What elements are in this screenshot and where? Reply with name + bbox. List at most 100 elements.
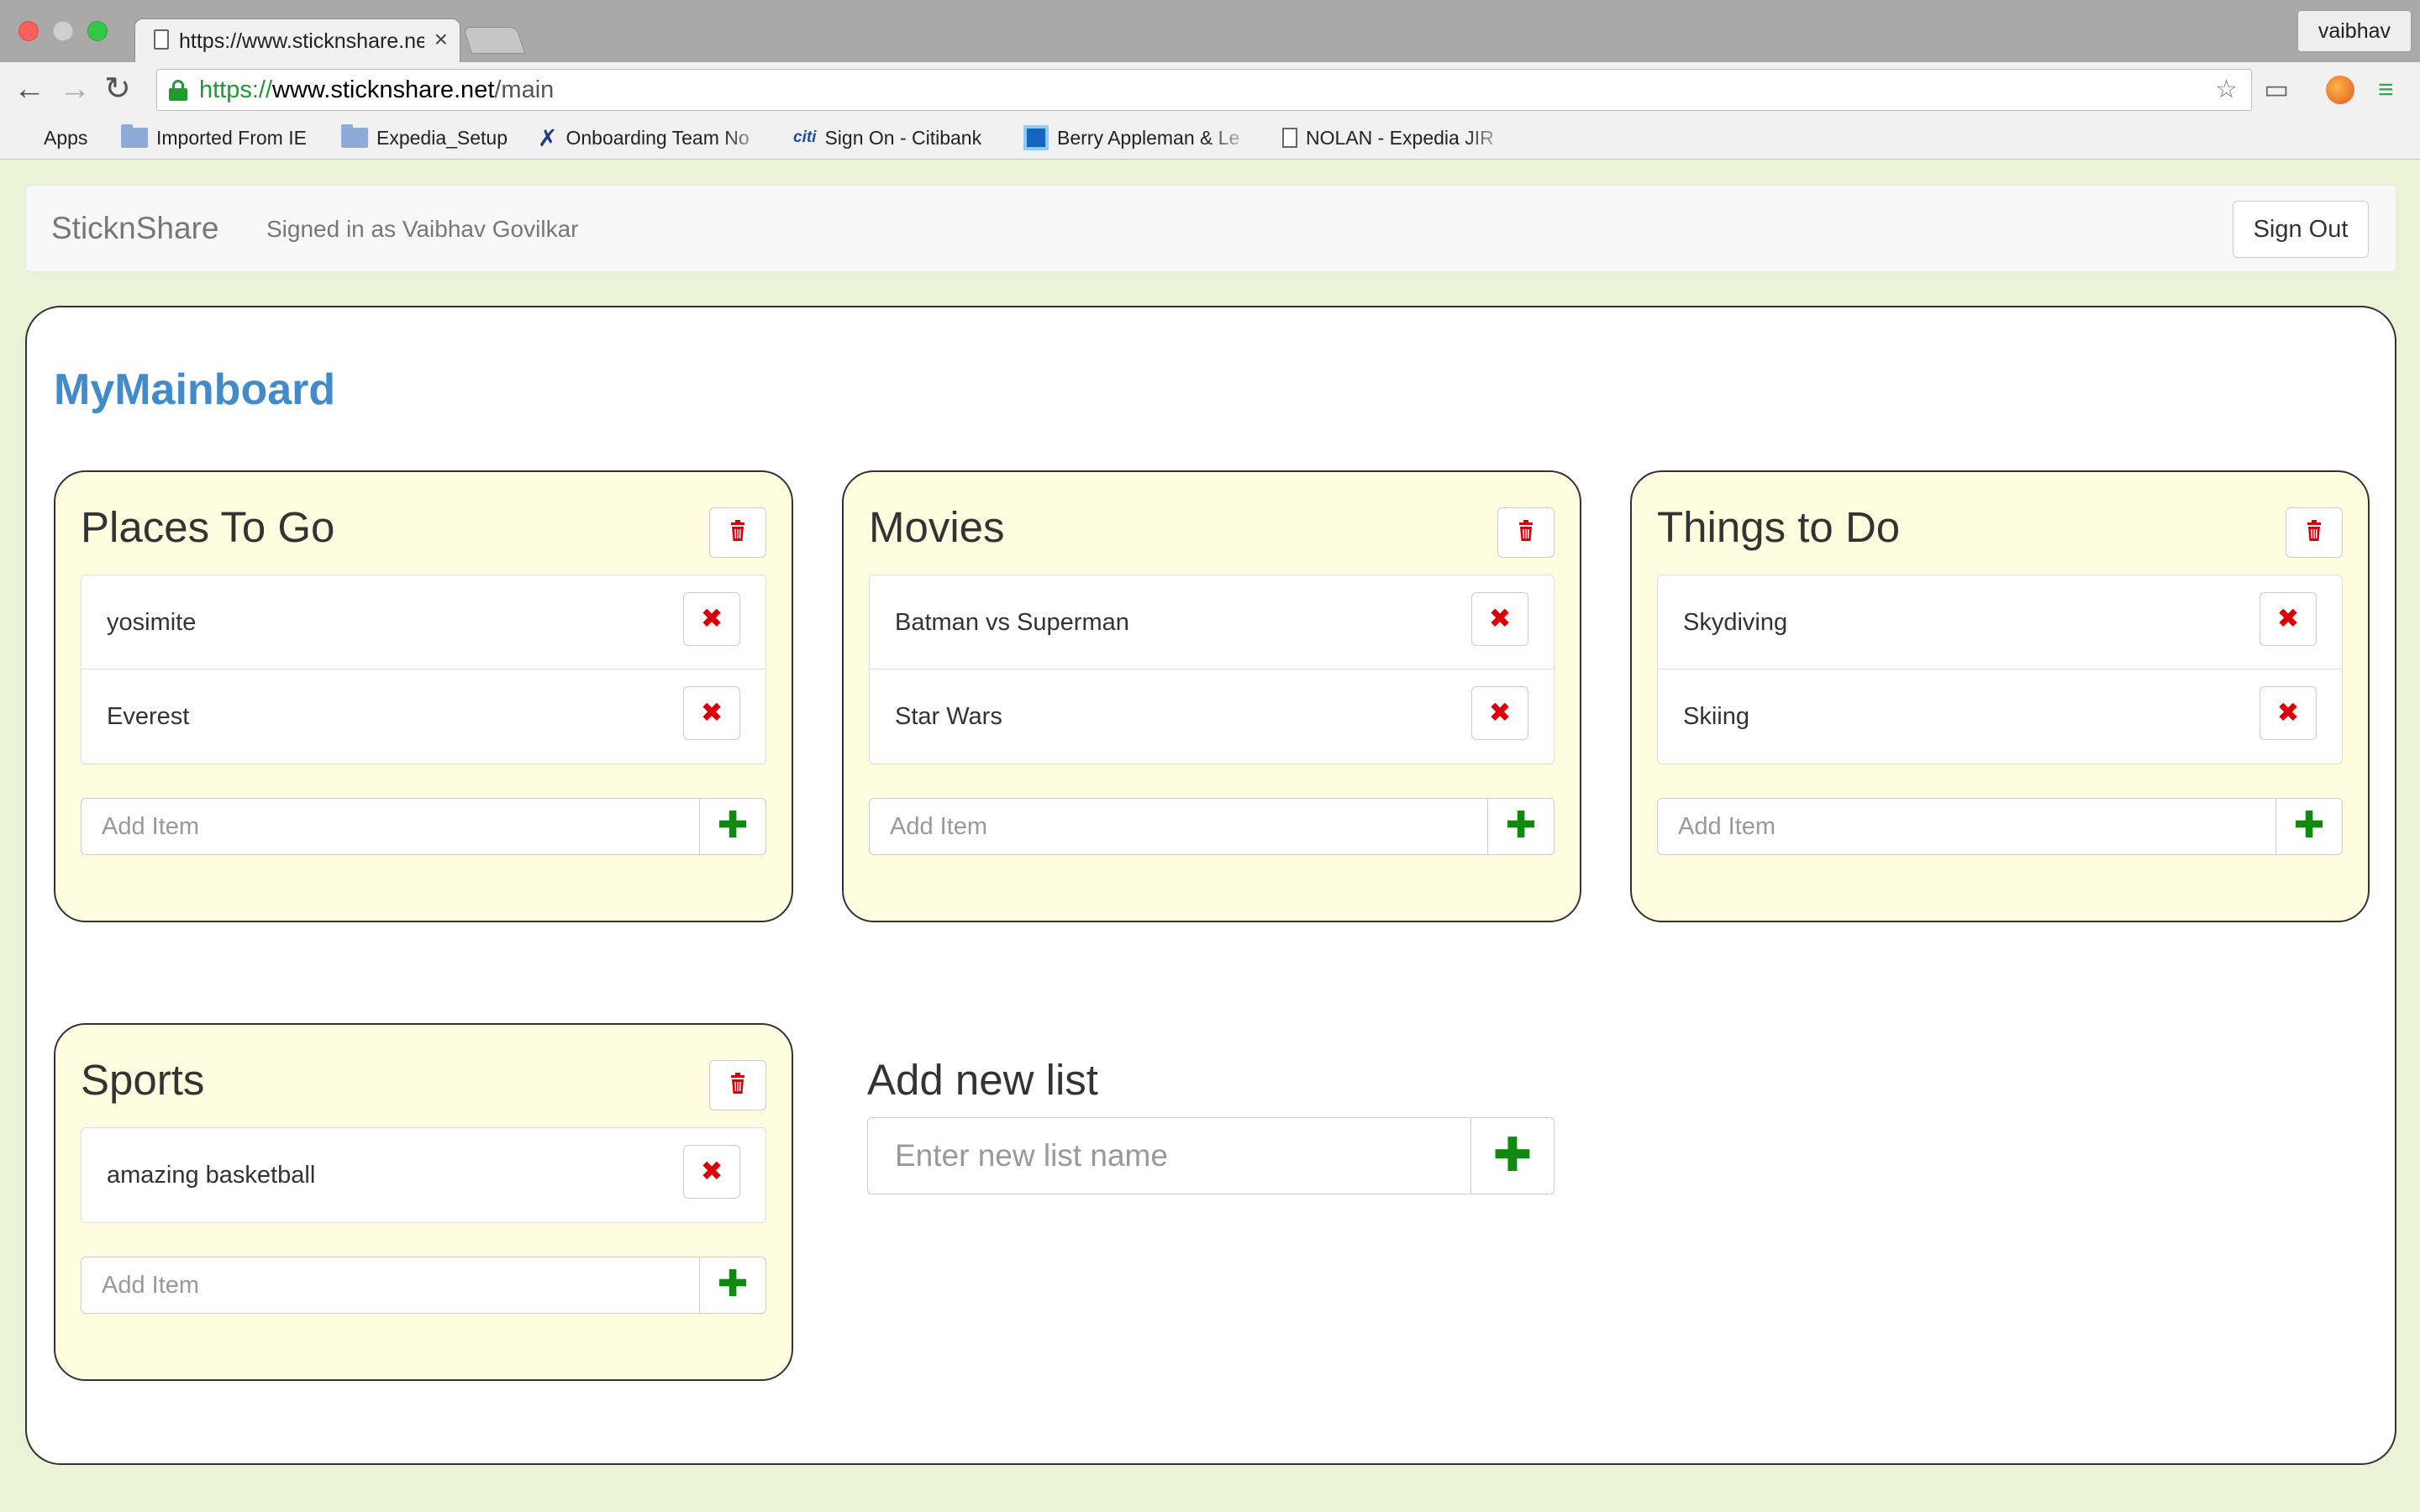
trash-icon bbox=[2307, 520, 2321, 541]
delete-list-button[interactable] bbox=[2286, 507, 2343, 558]
list-item: Skiing ✖ bbox=[1658, 669, 2342, 764]
window-minimize-button[interactable] bbox=[53, 21, 73, 41]
sign-out-button[interactable]: Sign Out bbox=[2233, 201, 2369, 258]
remove-item-button[interactable]: ✖ bbox=[1471, 592, 1528, 646]
remove-icon: ✖ bbox=[1488, 697, 1512, 727]
mainboard-panel: MyMainboard Places To Go yosimite ✖ Ever… bbox=[25, 306, 2396, 1465]
cast-icon[interactable]: ▭ bbox=[2264, 74, 2289, 104]
item-text: Everest bbox=[107, 703, 190, 730]
bookmark-star-icon[interactable]: ☆ bbox=[2215, 75, 2238, 104]
plus-icon: ✚ bbox=[717, 805, 749, 846]
remove-icon: ✖ bbox=[700, 1156, 723, 1186]
plus-icon: ✚ bbox=[2293, 805, 2325, 846]
list-title: Things to Do bbox=[1657, 503, 1901, 551]
add-item-row: ✚ bbox=[81, 1257, 766, 1314]
delete-list-button[interactable] bbox=[709, 1060, 766, 1110]
add-item-input[interactable] bbox=[1657, 798, 2275, 855]
add-item-input[interactable] bbox=[81, 1257, 699, 1314]
browser-toolbar: ← → ↻ https://www.sticknshare.net/main ☆… bbox=[0, 62, 2420, 118]
window-zoom-button[interactable] bbox=[87, 21, 108, 41]
list-item: Skydiving ✖ bbox=[1658, 575, 2342, 669]
reload-icon[interactable]: ↻ bbox=[104, 72, 131, 106]
remove-item-button[interactable]: ✖ bbox=[2260, 592, 2317, 646]
browser-titlebar: https://www.sticknshare.ne × vaibhav bbox=[0, 0, 2420, 62]
plus-icon: ✚ bbox=[717, 1263, 749, 1305]
add-list-button[interactable]: ✚ bbox=[1470, 1117, 1555, 1194]
bookmark-apps[interactable]: Apps bbox=[13, 123, 87, 153]
item-text: Batman vs Superman bbox=[895, 609, 1129, 636]
list-item: amazing basketball ✖ bbox=[82, 1128, 765, 1222]
bookmark-citibank[interactable]: citi Sign On - Citibank bbox=[793, 123, 981, 153]
trash-icon bbox=[1519, 520, 1533, 541]
plus-icon: ✚ bbox=[1505, 805, 1537, 846]
new-list-name-input[interactable] bbox=[867, 1117, 1470, 1194]
list-card-things-to-do: Things to Do Skydiving ✖ Skiing ✖ ✚ bbox=[1630, 470, 2370, 922]
item-text: Skydiving bbox=[1683, 609, 1788, 636]
list-item: yosimite ✖ bbox=[82, 575, 765, 669]
add-item-button[interactable]: ✚ bbox=[699, 798, 766, 855]
apps-grid-icon bbox=[13, 127, 35, 149]
add-item-input[interactable] bbox=[869, 798, 1487, 855]
remove-icon: ✖ bbox=[2276, 603, 2300, 633]
back-arrow-icon[interactable]: ← bbox=[13, 72, 45, 106]
item-list: Batman vs Superman ✖ Star Wars ✖ bbox=[869, 575, 1555, 764]
page-icon bbox=[154, 29, 169, 50]
delete-list-button[interactable] bbox=[1497, 507, 1555, 558]
list-title: Movies bbox=[869, 503, 1005, 551]
remove-item-button[interactable]: ✖ bbox=[683, 686, 740, 740]
remove-icon: ✖ bbox=[2276, 697, 2300, 727]
new-tab-button[interactable] bbox=[462, 27, 526, 54]
lock-icon bbox=[169, 80, 187, 101]
remove-item-button[interactable]: ✖ bbox=[1471, 686, 1528, 740]
folder-icon bbox=[121, 124, 148, 148]
item-list: Skydiving ✖ Skiing ✖ bbox=[1657, 575, 2343, 764]
list-item: Star Wars ✖ bbox=[870, 669, 1554, 764]
bookmark-onboarding-team[interactable]: ✗ Onboarding Team No bbox=[538, 123, 770, 153]
window-close-button[interactable] bbox=[18, 21, 39, 41]
bookmark-expedia-setup[interactable]: Expedia_Setup bbox=[341, 123, 508, 153]
board-title: MyMainboard bbox=[54, 365, 336, 414]
menu-icon[interactable]: ≡ bbox=[2378, 74, 2394, 104]
profile-button[interactable]: vaibhav bbox=[2296, 10, 2412, 52]
remove-item-button[interactable]: ✖ bbox=[683, 592, 740, 646]
item-list: yosimite ✖ Everest ✖ bbox=[81, 575, 766, 764]
list-item: Batman vs Superman ✖ bbox=[870, 575, 1554, 669]
forward-arrow-icon[interactable]: → bbox=[59, 72, 91, 106]
add-item-input[interactable] bbox=[81, 798, 699, 855]
extension-icon[interactable] bbox=[2326, 76, 2354, 104]
item-text: yosimite bbox=[107, 609, 197, 636]
tab-close-icon[interactable]: × bbox=[434, 26, 448, 53]
item-text: Skiing bbox=[1683, 703, 1749, 730]
remove-icon: ✖ bbox=[700, 697, 723, 727]
add-item-button[interactable]: ✚ bbox=[699, 1257, 766, 1314]
bookmark-berry-appleman[interactable]: Berry Appleman & Le bbox=[1023, 123, 1252, 153]
address-bar[interactable]: https://www.sticknshare.net/main ☆ bbox=[156, 69, 2252, 111]
remove-icon: ✖ bbox=[700, 603, 723, 633]
add-new-list-title: Add new list bbox=[867, 1056, 1098, 1104]
add-item-button[interactable]: ✚ bbox=[2275, 798, 2343, 855]
browser-tab-active[interactable]: https://www.sticknshare.ne × bbox=[134, 18, 460, 62]
add-item-button[interactable]: ✚ bbox=[1487, 798, 1555, 855]
signed-in-text: Signed in as Vaibhav Govilkar bbox=[266, 216, 579, 242]
item-list: amazing basketball ✖ bbox=[81, 1127, 766, 1223]
folder-icon bbox=[341, 124, 368, 148]
brand-link[interactable]: SticknShare bbox=[51, 211, 219, 246]
bookmark-imported-from-ie[interactable]: Imported From IE bbox=[121, 123, 307, 153]
citi-icon: citi bbox=[793, 129, 817, 146]
delete-list-button[interactable] bbox=[709, 507, 766, 558]
bookmark-nolan-jira[interactable]: NOLAN - Expedia JIR bbox=[1282, 123, 1511, 153]
trash-icon bbox=[731, 520, 744, 541]
trash-icon bbox=[731, 1073, 744, 1094]
add-item-row: ✚ bbox=[869, 798, 1555, 855]
list-card-movies: Movies Batman vs Superman ✖ Star Wars ✖ … bbox=[842, 470, 1581, 922]
remove-icon: ✖ bbox=[1488, 603, 1512, 633]
plus-icon: ✚ bbox=[1492, 1128, 1533, 1181]
app-navbar: SticknShare Signed in as Vaibhav Govilka… bbox=[25, 185, 2396, 272]
remove-item-button[interactable]: ✖ bbox=[683, 1145, 740, 1199]
list-title: Sports bbox=[81, 1056, 205, 1104]
item-text: Star Wars bbox=[895, 703, 1002, 730]
list-card-sports: Sports amazing basketball ✖ ✚ bbox=[54, 1023, 793, 1381]
remove-item-button[interactable]: ✖ bbox=[2260, 686, 2317, 740]
list-title: Places To Go bbox=[81, 503, 335, 551]
tools-icon: ✗ bbox=[538, 124, 558, 151]
